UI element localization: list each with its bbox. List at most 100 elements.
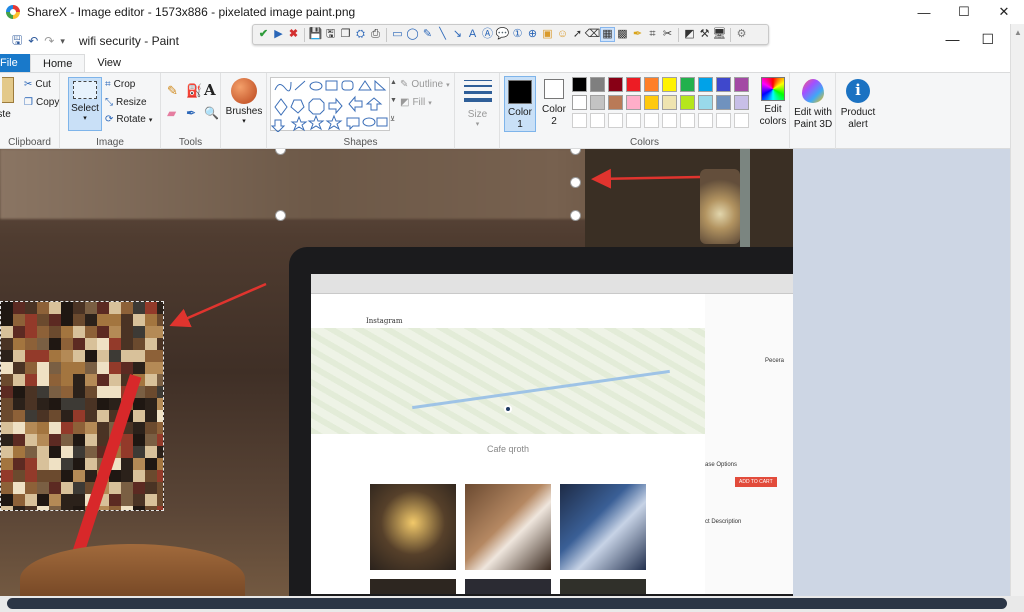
horizontal-scrollbar[interactable] <box>0 596 1024 612</box>
magnify-icon[interactable]: ⊕ <box>526 28 539 41</box>
color-swatch[interactable] <box>590 77 605 92</box>
settings-icon[interactable]: ⚙ <box>735 28 748 41</box>
select-button[interactable]: Select ▾ <box>68 77 102 131</box>
color-swatch[interactable] <box>590 113 605 128</box>
text-background-icon[interactable]: Ⓐ <box>481 28 494 41</box>
arrow-icon[interactable]: ↘ <box>451 28 464 41</box>
print-icon[interactable]: ⎙ <box>369 28 382 41</box>
cursor-icon[interactable]: ➚ <box>571 28 584 41</box>
save-icon[interactable]: 💾 <box>309 28 323 41</box>
copy-button[interactable]: ❐ Copy <box>24 97 59 108</box>
paste-button[interactable]: Paste <box>0 77 16 121</box>
crop-button[interactable]: ⌗ Crop <box>105 79 135 90</box>
shapes-gallery[interactable] <box>270 77 390 133</box>
color-swatch[interactable] <box>572 113 587 128</box>
product-alert-group[interactable]: i Product alert <box>836 73 880 150</box>
customize-qat-icon[interactable]: ▾ <box>60 36 65 47</box>
tools-menu-icon[interactable]: ⚒ <box>698 28 711 41</box>
magnifier-icon[interactable]: 🔍 <box>204 106 219 120</box>
color-swatch[interactable] <box>644 95 659 110</box>
color-swatch[interactable] <box>662 77 677 92</box>
sticker-icon[interactable]: ☺ <box>556 28 569 41</box>
save-icon[interactable]: 🖫 <box>12 31 22 52</box>
cancel-x-icon[interactable]: ✖ <box>287 28 300 41</box>
upload-icon[interactable]: ⛭ <box>354 28 367 41</box>
color-swatch[interactable] <box>734 77 749 92</box>
pixelate-icon[interactable]: ▩ <box>616 28 629 41</box>
fill-button[interactable]: ◩ Fill ▾ <box>400 97 432 108</box>
undo-icon[interactable]: ↶ <box>28 34 38 48</box>
minimize-button[interactable]: — <box>904 0 944 24</box>
color-swatch[interactable] <box>734 95 749 110</box>
resize-handle[interactable] <box>570 177 581 188</box>
product-alert-button[interactable]: i Product alert <box>838 79 878 130</box>
color-swatch[interactable] <box>644 77 659 92</box>
run-arrow-icon[interactable]: ▶ <box>272 28 285 41</box>
brushes-button[interactable]: Brushes ▾ <box>225 78 263 126</box>
color-swatch[interactable] <box>626 77 641 92</box>
color-swatch[interactable] <box>680 95 695 110</box>
crop-icon[interactable]: ⌗ <box>646 28 659 41</box>
tab-home[interactable]: Home <box>30 54 86 72</box>
copy-icon[interactable]: ❐ <box>339 28 352 41</box>
color-swatch[interactable] <box>608 77 623 92</box>
canvas-photo[interactable]: Instagram Cafe qroth Pecera ase Options … <box>0 149 793 596</box>
color2-button[interactable]: Color 2 <box>538 79 570 127</box>
color-swatch[interactable] <box>644 113 659 128</box>
confirm-check-icon[interactable]: ✔ <box>257 28 270 41</box>
color-swatch[interactable] <box>698 95 713 110</box>
pencil-icon[interactable]: ✎ <box>167 83 178 99</box>
fill-icon[interactable]: ◩ <box>683 28 696 41</box>
color-picker-icon[interactable]: ✒ <box>186 106 196 120</box>
text-tool-icon[interactable]: A <box>204 81 216 99</box>
color-swatch[interactable] <box>680 113 695 128</box>
color-swatch[interactable] <box>590 95 605 110</box>
horizontal-scroll-thumb[interactable] <box>7 598 1007 609</box>
color-swatch[interactable] <box>662 95 677 110</box>
close-button[interactable]: ✕ <box>984 0 1024 24</box>
edit-with-paint3d-button[interactable]: Edit with Paint 3D <box>792 79 834 130</box>
maximize-button[interactable]: ☐ <box>944 0 984 24</box>
paint-minimize-button[interactable]: — <box>945 31 959 48</box>
edit-colors-button[interactable]: Edit colors <box>756 77 790 127</box>
cut-button[interactable]: ✂ Cut <box>24 79 51 90</box>
cut-out-icon[interactable]: ✂ <box>661 28 674 41</box>
screen-icon[interactable]: 🖥 <box>713 28 727 41</box>
resize-button[interactable]: ⤡ Resize <box>105 97 147 108</box>
color-swatch[interactable] <box>716 95 731 110</box>
color1-button[interactable]: Color 1 <box>504 76 536 132</box>
color-swatch[interactable] <box>662 113 677 128</box>
scroll-up-arrow-icon[interactable]: ▲ <box>1014 28 1022 37</box>
color-swatch[interactable] <box>608 113 623 128</box>
color-swatch[interactable] <box>716 113 731 128</box>
color-swatch[interactable] <box>626 113 641 128</box>
size-group[interactable]: Size ▾ <box>455 73 500 150</box>
gallery-expand-icon[interactable]: ⊻ <box>390 115 395 123</box>
color-swatch[interactable] <box>698 77 713 92</box>
color-swatch[interactable] <box>572 77 587 92</box>
resize-handle[interactable] <box>570 210 581 221</box>
save-as-icon[interactable]: 🖫 <box>324 28 337 41</box>
gallery-up-icon[interactable]: ▲ <box>390 79 397 86</box>
smart-eraser-icon[interactable]: ⌫ <box>585 28 601 41</box>
color-swatch[interactable] <box>608 95 623 110</box>
redo-icon[interactable]: ↷ <box>44 34 54 48</box>
canvas-workspace[interactable]: Instagram Cafe qroth Pecera ase Options … <box>0 149 1010 596</box>
brushes-group[interactable]: Brushes ▾ <box>221 73 267 150</box>
color-swatch[interactable] <box>626 95 641 110</box>
speech-balloon-icon[interactable]: 💬 <box>496 28 510 41</box>
fill-bucket-icon[interactable]: ⛽ <box>186 83 202 99</box>
freehand-icon[interactable]: ✎ <box>421 28 434 41</box>
ellipse-icon[interactable]: ◯ <box>406 28 419 41</box>
annotation-arrows[interactable] <box>0 149 793 596</box>
eraser-icon[interactable]: ▰ <box>167 106 176 120</box>
step-icon[interactable]: ① <box>511 28 524 41</box>
color-swatch[interactable] <box>734 113 749 128</box>
resize-handle[interactable] <box>275 210 286 221</box>
gallery-down-icon[interactable]: ▼ <box>390 97 397 104</box>
paint3d-group[interactable]: Edit with Paint 3D <box>790 73 836 150</box>
outline-button[interactable]: ✎ Outline ▾ <box>400 79 450 90</box>
highlight-icon[interactable]: ✒ <box>631 28 644 41</box>
rotate-button[interactable]: ⟳ Rotate ▾ <box>105 114 152 125</box>
blur-icon[interactable]: ▦ <box>600 27 615 42</box>
